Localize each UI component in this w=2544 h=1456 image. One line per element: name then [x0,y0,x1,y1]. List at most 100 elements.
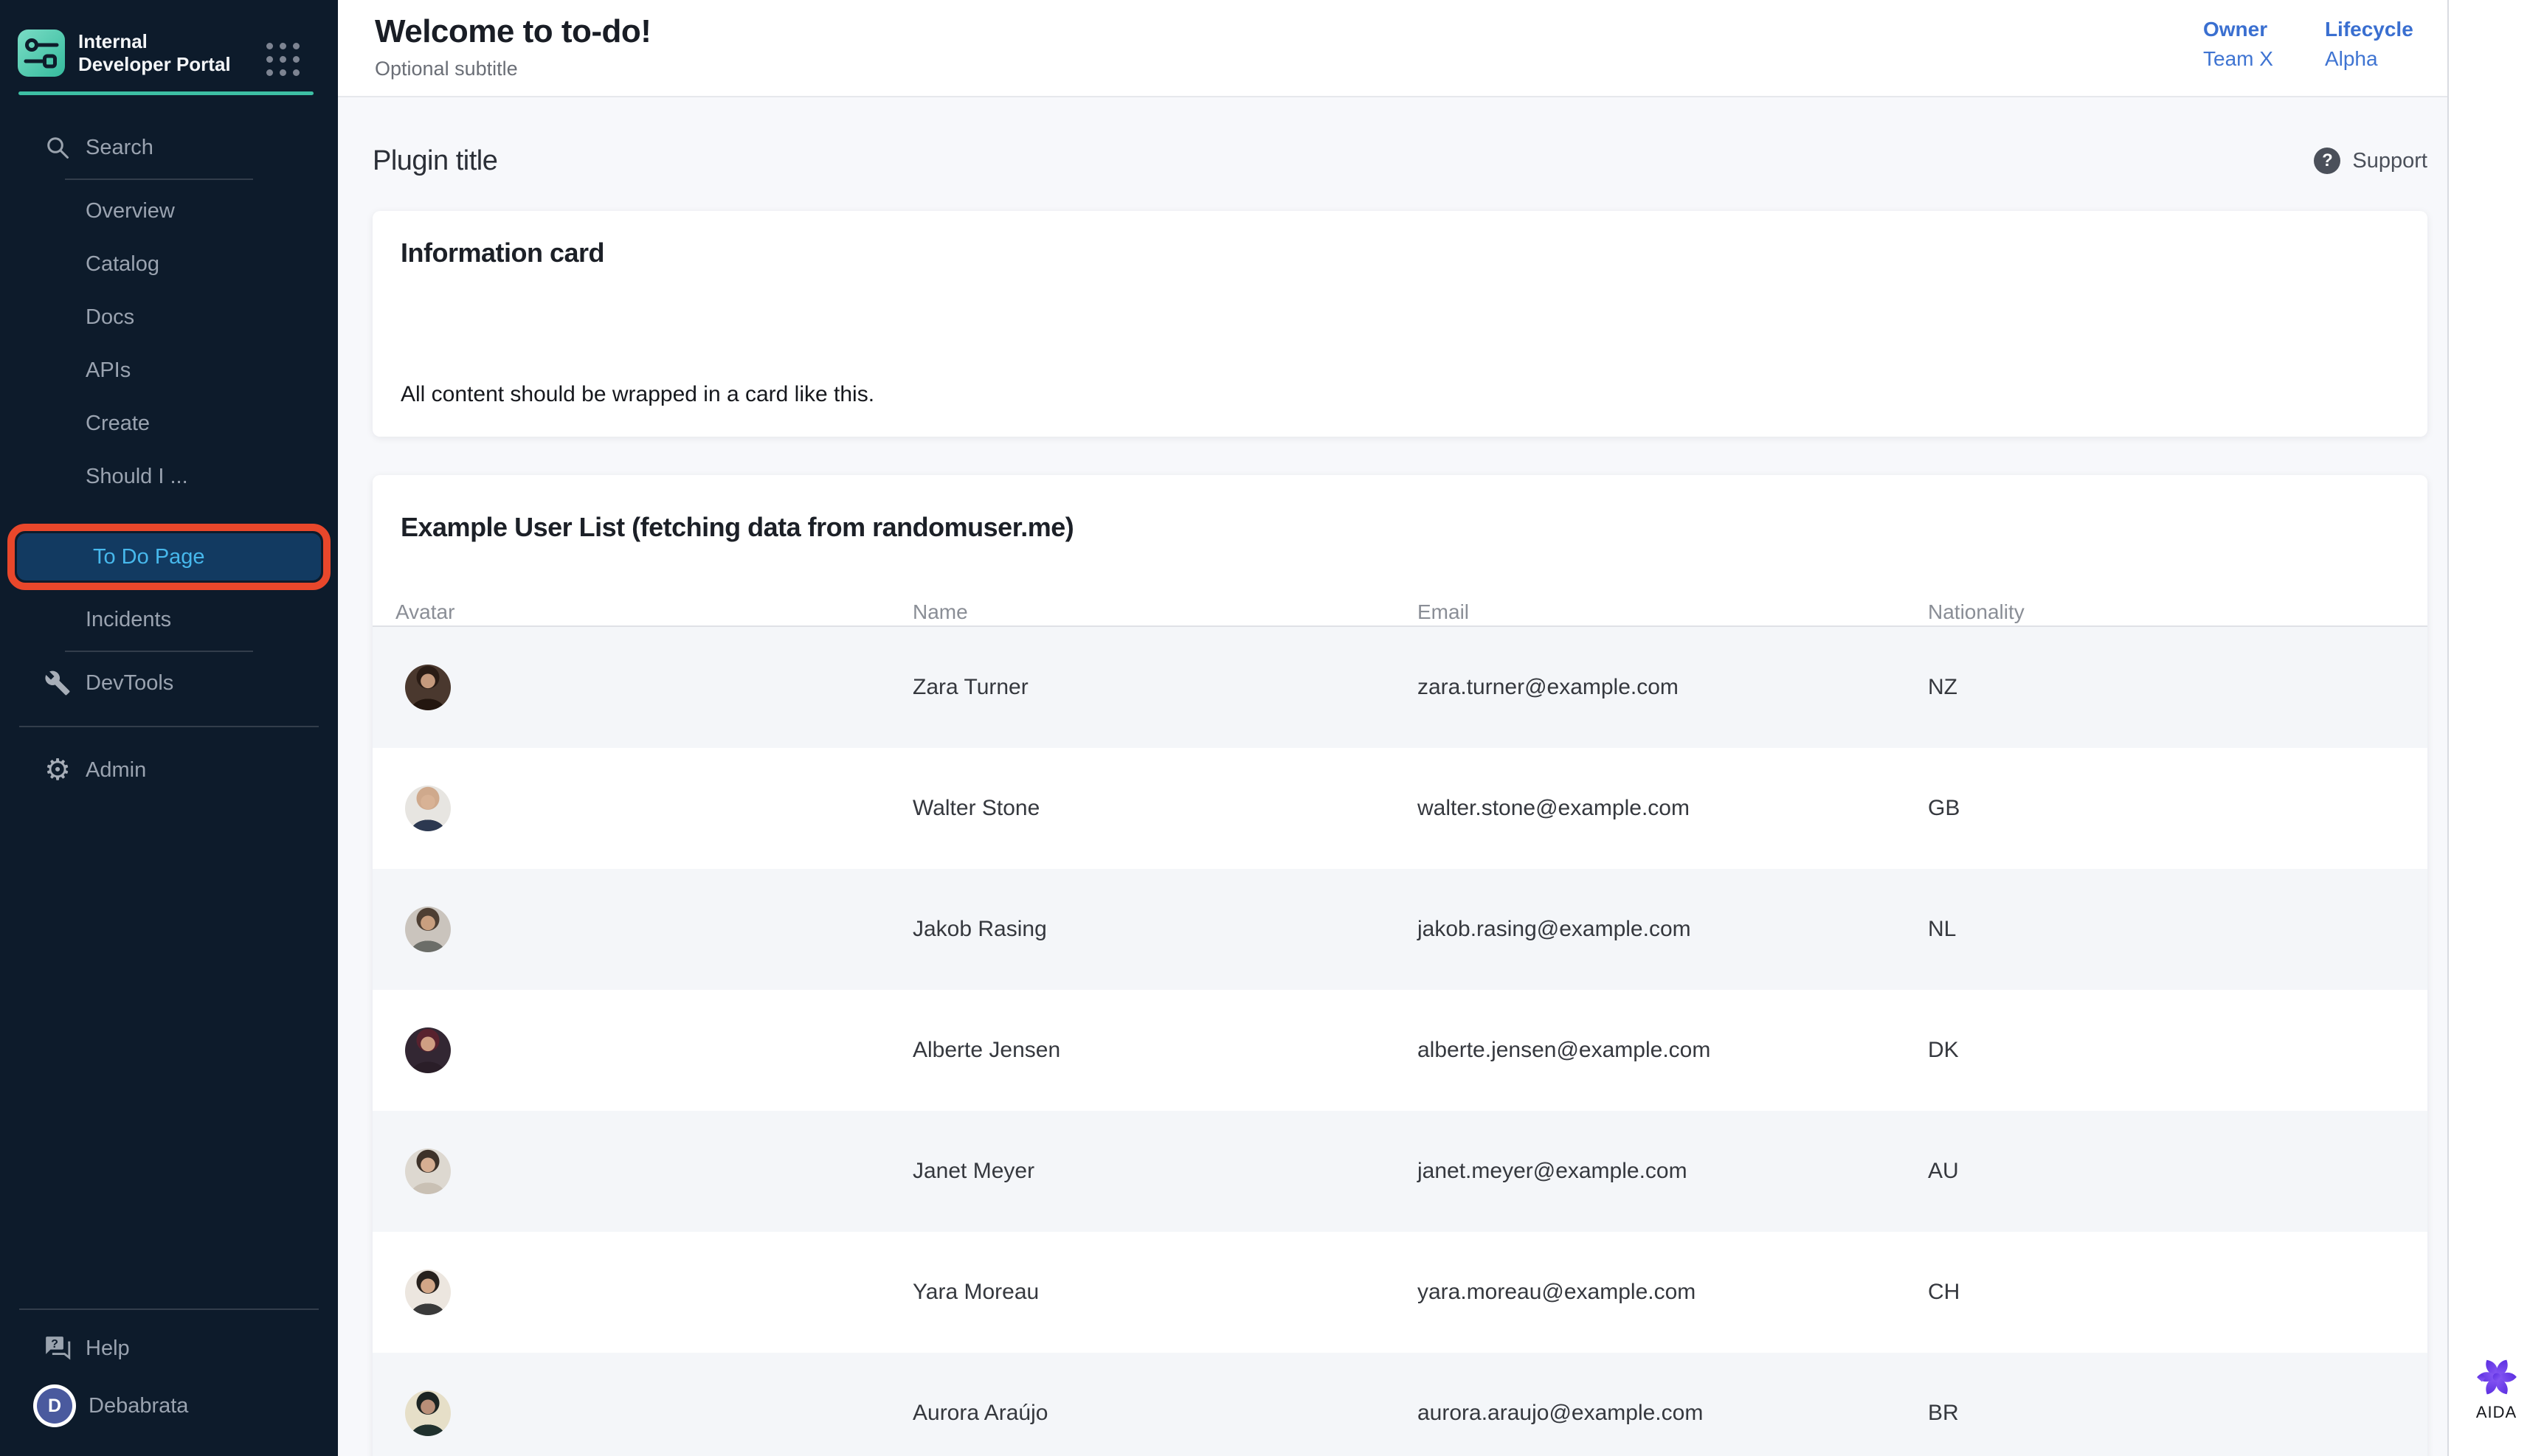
annotation-highlight-ring: To Do Page [7,524,331,590]
content-area: Plugin title ? Support Information card … [338,96,2447,1456]
sidebar-accent-rule [18,91,314,95]
sidebar-divider [19,726,319,727]
sidebar-item-help[interactable]: ? Help [0,1322,338,1375]
lifecycle-label[interactable]: Lifecycle [2325,18,2413,41]
sidebar-item-label: Search [86,136,153,160]
sidebar: Internal Developer Portal Search Overview… [0,0,338,1456]
cell-nationality: BR [1928,1401,1959,1426]
avatar [405,906,451,952]
plugin-title: Plugin title [373,145,497,177]
cell-nationality: NZ [1928,675,1957,700]
user-avatar: D [37,1388,72,1424]
avatar [405,665,451,710]
sidebar-item-catalog[interactable]: Catalog [0,238,338,291]
cell-email: jakob.rasing@example.com [1417,917,1691,942]
icon-spacer [43,249,72,279]
sidebar-item-devtools[interactable]: DevTools [0,656,338,710]
cell-nationality: DK [1928,1038,1959,1063]
header-meta: Owner Team X Lifecycle Alpha [2203,18,2413,71]
avatar [405,786,451,831]
icon-spacer [43,302,72,332]
icon-spacer [43,356,72,385]
plugin-header-row: Plugin title ? Support [373,145,2427,177]
avatar [405,1269,451,1315]
cell-email: janet.meyer@example.com [1417,1159,1687,1184]
watermark: AIDA [2449,1356,2544,1422]
sidebar-item-label: DevTools [86,671,173,696]
sidebar-item-should-i[interactable]: Should I ... [0,450,338,503]
cell-nationality: NL [1928,917,1956,942]
aida-flower-icon [2475,1356,2518,1398]
watermark-label: AIDA [2476,1403,2517,1422]
cell-email: walter.stone@example.com [1417,796,1690,821]
sidebar-item-label: Should I ... [86,465,188,489]
apps-grid-icon[interactable] [266,43,300,76]
user-name: Debabrata [89,1394,188,1418]
svg-text:?: ? [51,1338,58,1351]
support-button[interactable]: ? Support [2314,148,2427,174]
cell-name: Alberte Jensen [913,1038,1060,1063]
cell-name: Walter Stone [913,796,1040,821]
sidebar-item-label: Admin [86,758,146,783]
logo-row[interactable]: Internal Developer Portal [18,30,233,77]
table-body: Zara Turnerzara.turner@example.comNZWalt… [373,627,2427,1456]
table-row: Yara Moreauyara.moreau@example.comCH [373,1232,2427,1353]
sidebar-item-docs[interactable]: Docs [0,291,338,344]
icon-spacer [43,605,72,634]
sidebar-item-label: Catalog [86,252,159,277]
sidebar-user[interactable]: D Debabrata [0,1375,338,1437]
sidebar-item-overview[interactable]: Overview [0,184,338,238]
sidebar-item-admin[interactable]: ⚙ Admin [0,743,338,797]
meta-owner: Owner Team X [2203,18,2273,71]
table-row: Zara Turnerzara.turner@example.comNZ [373,627,2427,748]
sidebar-item-label: Help [86,1337,130,1361]
cell-email: alberte.jensen@example.com [1417,1038,1710,1063]
cell-nationality: CH [1928,1280,1960,1305]
lifecycle-value[interactable]: Alpha [2325,47,2413,71]
sliders-logo-icon [18,30,65,77]
owner-value[interactable]: Team X [2203,47,2273,71]
cell-nationality: GB [1928,796,1960,821]
gear-icon: ⚙ [43,755,72,785]
avatar [405,1027,451,1073]
user-list-card: Example User List (fetching data from ra… [373,475,2427,1456]
search-icon [43,133,72,162]
column-header-avatar: Avatar [395,600,454,624]
column-header-email: Email [1417,600,1469,624]
sidebar-item-label: Incidents [86,608,171,632]
right-strip: AIDA [2447,0,2544,1456]
wrench-icon [43,668,72,698]
support-label: Support [2352,149,2427,173]
cell-nationality: AU [1928,1159,1959,1184]
column-header-nationality: Nationality [1928,600,2025,624]
cell-name: Janet Meyer [913,1159,1034,1184]
sidebar-item-label: Create [86,412,150,436]
owner-label[interactable]: Owner [2203,18,2273,41]
sidebar-footer: ? Help D Debabrata [0,1308,338,1456]
information-card-title: Information card [401,238,2399,268]
table-row: Aurora Araújoaurora.araujo@example.comBR [373,1353,2427,1456]
sidebar-item-label: Overview [86,199,175,223]
table-header-row: AvatarNameEmailNationality [373,594,2427,627]
sidebar-item-label: Docs [86,305,134,330]
cell-email: aurora.araujo@example.com [1417,1401,1703,1426]
sidebar-item-apis[interactable]: APIs [0,344,338,397]
page-title: Welcome to to-do! [375,13,651,50]
sidebar-item-incidents[interactable]: Incidents [0,593,338,646]
table-row: Alberte Jensen alberte.jensen@example.com… [373,990,2427,1111]
user-list-title: Example User List (fetching data from ra… [401,512,2427,543]
sidebar-item-label: APIs [86,358,131,383]
meta-lifecycle: Lifecycle Alpha [2325,18,2413,71]
page-header: Welcome to to-do! Optional subtitle Owne… [338,0,2447,96]
sidebar-item-create[interactable]: Create [0,397,338,450]
table-row: Jakob Rasingjakob.rasing@example.comNL [373,869,2427,990]
sidebar-divider [65,178,253,180]
icon-spacer [43,196,72,226]
sidebar-item-search[interactable]: Search [0,121,338,174]
table-row: Walter Stone walter.stone@example.com GB [373,748,2427,869]
icon-spacer [43,462,72,491]
sidebar-item-to-do-page[interactable]: To Do Page [17,533,321,580]
cell-email: yara.moreau@example.com [1417,1280,1696,1305]
cell-name: Zara Turner [913,675,1029,700]
app-title: Internal Developer Portal [78,30,233,76]
